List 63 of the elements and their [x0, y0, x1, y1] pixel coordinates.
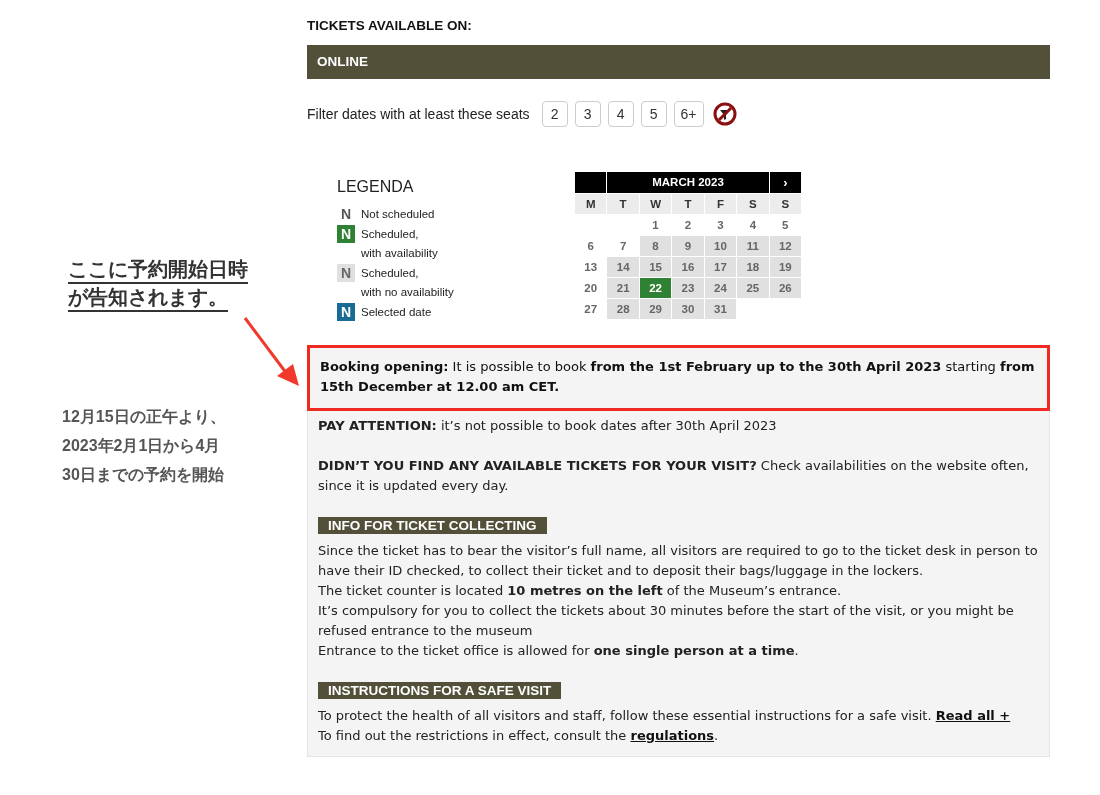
- calendar-day[interactable]: 17: [704, 257, 737, 277]
- filter-label: Filter dates with at least these seats: [307, 106, 530, 122]
- seat-button[interactable]: 4: [607, 101, 634, 127]
- annotation-note: 30日までの予約を開始: [62, 465, 224, 485]
- calendar-day[interactable]: 9: [672, 236, 704, 256]
- calendar-day[interactable]: 16: [672, 257, 704, 277]
- section-title: INFO FOR TICKET COLLECTING: [318, 517, 547, 534]
- calendar-day[interactable]: 10: [704, 236, 737, 256]
- calendar-day[interactable]: 28: [607, 299, 639, 319]
- text-link[interactable]: Read all +: [935, 708, 1011, 723]
- calendar-day[interactable]: 11: [737, 236, 769, 256]
- month-title: MARCH 2023: [607, 172, 769, 193]
- calendar-day[interactable]: 14: [607, 257, 639, 277]
- callout-text: が告知されます。: [68, 284, 228, 312]
- callout-text: ここに予約開始日時: [68, 256, 248, 284]
- calendar-day[interactable]: 12: [769, 236, 801, 256]
- calendar-day[interactable]: 18: [737, 257, 769, 277]
- calendar-day[interactable]: 25: [737, 278, 769, 298]
- calendar-day[interactable]: 30: [672, 299, 704, 319]
- legend-swatch: N: [337, 225, 355, 243]
- seat-button[interactable]: 2: [541, 101, 568, 127]
- weekday-label: T: [672, 194, 704, 214]
- calendar-day[interactable]: 24: [704, 278, 737, 298]
- legend-label: Not scheduled: [361, 207, 435, 222]
- calendar-day[interactable]: 22: [639, 278, 672, 298]
- weekday-label: T: [607, 194, 639, 214]
- calendar-day[interactable]: 8: [639, 236, 672, 256]
- legend-swatch: N: [337, 264, 355, 282]
- calendar-day[interactable]: 21: [607, 278, 639, 298]
- calendar-day[interactable]: 19: [769, 257, 801, 277]
- info-paragraph: DIDN’T YOU FIND ANY AVAILABLE TICKETS FOR YOUR VISIT? Check availabilities on the website often, since it is updated every day.: [317, 457, 1030, 495]
- calendar-day[interactable]: 23: [672, 278, 704, 298]
- section-title: INSTRUCTIONS FOR A SAFE VISIT: [318, 682, 562, 699]
- next-month-button[interactable]: ›: [770, 172, 801, 193]
- pointer-arrow: [243, 316, 301, 388]
- legend-label: Scheduled, with availability: [361, 227, 438, 261]
- annotation-note: 2023年2月1日から4月: [62, 436, 221, 456]
- seat-button[interactable]: 5: [640, 101, 667, 127]
- weekday-label: S: [737, 194, 769, 214]
- info-paragraph: Since the ticket has to bear the visitor’s full name, all visitors are required to go to the ticket desk in person to have their ID checked, to collect their ticket and to deposit their bags/luggage in the lockers. The ticket counter is located 10 metres on the left of the Museum’s entrance. It’s compulsory for you to collect the tickets about 30 minutes before the start of the visit, or you might be refused entrance to the museum Entrance to the ticket office is allowed for one single person at a time.: [317, 542, 1039, 660]
- channel-bar: ONLINE: [307, 45, 1050, 79]
- weekday-label: W: [639, 194, 672, 214]
- info-paragraph: To protect the health of all visitors and staff, follow these essential instructions for a safe visit. Read all +: [317, 707, 1012, 725]
- booking-notice: Booking opening: It is possible to book from the 1st February up to the 30th April 2023 starting from 15th December at 12.00 am CET.: [307, 345, 1050, 411]
- legend-swatch: N: [337, 303, 355, 321]
- calendar-day[interactable]: 26: [769, 278, 801, 298]
- weekday-label: F: [704, 194, 737, 214]
- info-paragraph: PAY ATTENTION: it’s not possible to book dates after 30th April 2023: [317, 417, 778, 435]
- info-paragraph: To find out the restrictions in effect, consult the regulations.: [317, 727, 720, 745]
- seat-button[interactable]: 6+: [673, 101, 704, 127]
- calendar-day[interactable]: 15: [639, 257, 672, 277]
- calendar-header-cell: [575, 172, 606, 193]
- section-heading: TICKETS AVAILABLE ON:: [307, 18, 473, 35]
- legend-title: LEGENDA: [337, 178, 415, 196]
- calendar-day[interactable]: 29: [639, 299, 672, 319]
- weekday-label: M: [575, 194, 607, 214]
- legend-label: Scheduled, with no availability: [361, 266, 454, 300]
- annotation-note: 12月15日の正午より、: [62, 407, 226, 427]
- calendar-day[interactable]: 31: [704, 299, 737, 319]
- clear-filter-icon[interactable]: [712, 102, 737, 126]
- weekday-label: S: [769, 194, 801, 214]
- seat-button[interactable]: 3: [574, 101, 601, 127]
- legend-label: Selected date: [361, 305, 432, 320]
